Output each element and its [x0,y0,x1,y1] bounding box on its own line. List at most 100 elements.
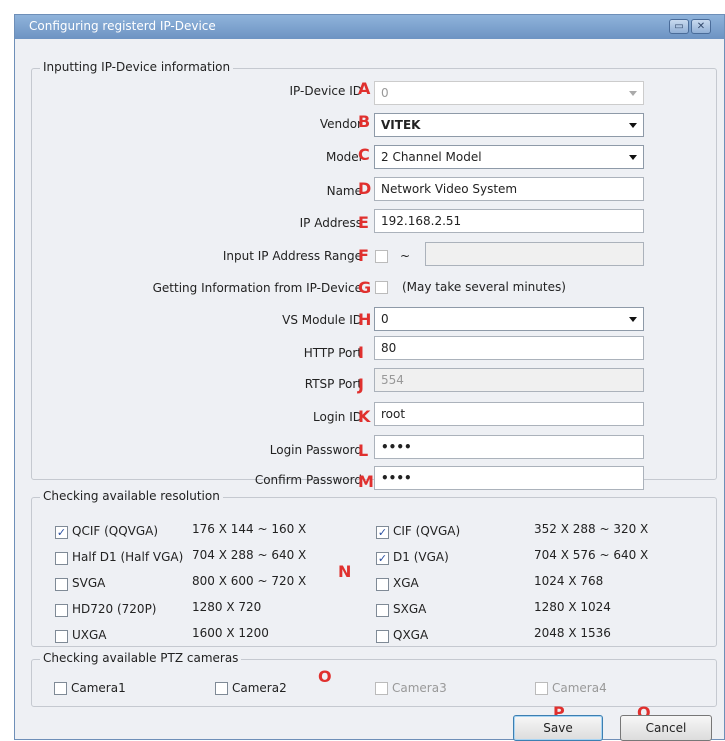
rtsp-port-field[interactable]: 554 [374,368,644,392]
resolution-legend: Checking available resolution [40,489,223,503]
camera-label: Camera4 [552,681,607,695]
ip-address-label: IP Address [299,216,362,230]
marker-d: D [358,179,372,198]
camera-checkbox[interactable] [535,682,548,695]
login-id-field[interactable]: root [374,402,644,426]
resolution-value: 1024 X 768 [534,574,604,588]
ip-range-separator: ~ [400,249,411,263]
resolution-checkbox[interactable] [55,630,68,643]
vendor-select[interactable]: VITEK [374,113,644,137]
marker-o-ptz: O [318,667,332,686]
camera-checkbox[interactable] [215,682,228,695]
resolution-checkbox[interactable] [376,578,389,591]
resolution-name: CIF (QVGA) [393,524,461,538]
get-info-checkbox[interactable] [375,281,388,294]
resolution-value: 1280 X 1024 [534,600,611,614]
resolution-value: 1600 X 1200 [192,626,269,640]
model-label: Model [325,150,362,164]
camera-checkbox[interactable] [375,682,388,695]
marker-b: B [358,112,371,131]
vendor-value: VITEK [381,118,421,132]
resolution-value: 2048 X 1536 [534,626,611,640]
marker-c: C [358,145,370,164]
model-value: 2 Channel Model [381,150,482,164]
vendor-label: Vendor [319,117,362,131]
confirm-password-label: Confirm Password [254,473,362,487]
resolution-value: 352 X 288 ~ 320 X [534,522,649,536]
resolution-name: QCIF (QQVGA) [72,524,159,538]
resolution-group: Checking available resolution N ✓ QCIF (Q… [31,489,717,647]
window-title: Configuring registerd IP-Device [29,19,216,33]
resolution-name: QXGA [393,628,429,642]
minimize-button[interactable]: ▭ [669,19,689,34]
name-field[interactable]: Network Video System [374,177,644,201]
camera-label: Camera2 [232,681,287,695]
marker-i: I [358,343,364,362]
resolution-name: SVGA [72,576,106,590]
resolution-name: Half D1 (Half VGA) [72,550,184,564]
resolution-checkbox[interactable] [376,604,389,617]
device-id-label: IP-Device ID [289,84,362,98]
resolution-name: HD720 (720P) [72,602,157,616]
http-port-field[interactable]: 80 [374,336,644,360]
resolution-value: 176 X 144 ~ 160 X [192,522,307,536]
device-info-group: Inputting IP-Device information IP-Devic… [31,60,717,491]
chevron-down-icon [629,123,637,128]
get-info-note: (May take several minutes) [402,280,566,294]
marker-n: N [338,562,352,581]
http-port-label: HTTP Port [303,346,362,360]
ptz-legend: Checking available PTZ cameras [40,651,242,665]
resolution-name: SXGA [393,602,427,616]
chevron-down-icon [629,317,637,322]
marker-m: M [358,472,374,491]
marker-h: H [358,310,372,329]
marker-g: G [358,278,372,297]
vs-module-id-select[interactable]: 0 [374,307,644,331]
resolution-name: XGA [393,576,419,590]
title-bar: Configuring registerd IP-Device ▭ ✕ [15,15,724,39]
ip-address-field[interactable]: 192.168.2.51 [374,209,644,233]
resolution-value: 704 X 288 ~ 640 X [192,548,307,562]
marker-f: F [358,246,369,265]
resolution-name: UXGA [72,628,107,642]
marker-a: A [358,79,371,98]
confirm-password-field[interactable]: •••• [374,466,644,490]
close-button[interactable]: ✕ [691,19,711,34]
resolution-value: 704 X 576 ~ 640 X [534,548,649,562]
resolution-checkbox[interactable]: ✓ [376,552,389,565]
save-button[interactable]: Save [513,715,603,741]
resolution-value: 1280 X 720 [192,600,262,614]
login-password-field[interactable]: •••• [374,435,644,459]
name-label: Name [326,184,362,198]
rtsp-port-label: RTSP Port [304,377,362,391]
model-select[interactable]: 2 Channel Model [374,145,644,169]
marker-l: L [358,441,369,460]
login-password-label: Login Password [269,443,362,457]
marker-k: K [358,407,371,426]
camera-label: Camera3 [392,681,447,695]
ip-range-checkbox[interactable] [375,250,388,263]
vs-module-id-label: VS Module ID [282,313,362,327]
resolution-checkbox[interactable] [55,578,68,591]
get-info-label: Getting Information from IP-Device [152,281,362,295]
resolution-checkbox[interactable]: ✓ [55,526,68,539]
camera-checkbox[interactable] [54,682,67,695]
login-id-label: Login ID [313,410,362,424]
resolution-checkbox[interactable] [55,604,68,617]
resolution-checkbox[interactable] [376,630,389,643]
ip-range-end-field[interactable] [425,242,644,266]
device-id-select[interactable]: 0 [374,81,644,105]
resolution-name: D1 (VGA) [393,550,449,564]
dialog-window: Configuring registerd IP-Device ▭ ✕ Inpu… [14,14,725,741]
chevron-down-icon [629,91,637,96]
chevron-down-icon [629,155,637,160]
ip-range-label: Input IP Address Range [222,249,362,263]
resolution-checkbox[interactable]: ✓ [376,526,389,539]
vs-module-id-value: 0 [381,312,389,326]
resolution-checkbox[interactable] [55,552,68,565]
device-id-value: 0 [381,86,389,100]
resolution-value: 800 X 600 ~ 720 X [192,574,307,588]
cancel-button[interactable]: Cancel [620,715,712,741]
marker-e: E [358,213,369,232]
marker-j: J [358,375,364,394]
